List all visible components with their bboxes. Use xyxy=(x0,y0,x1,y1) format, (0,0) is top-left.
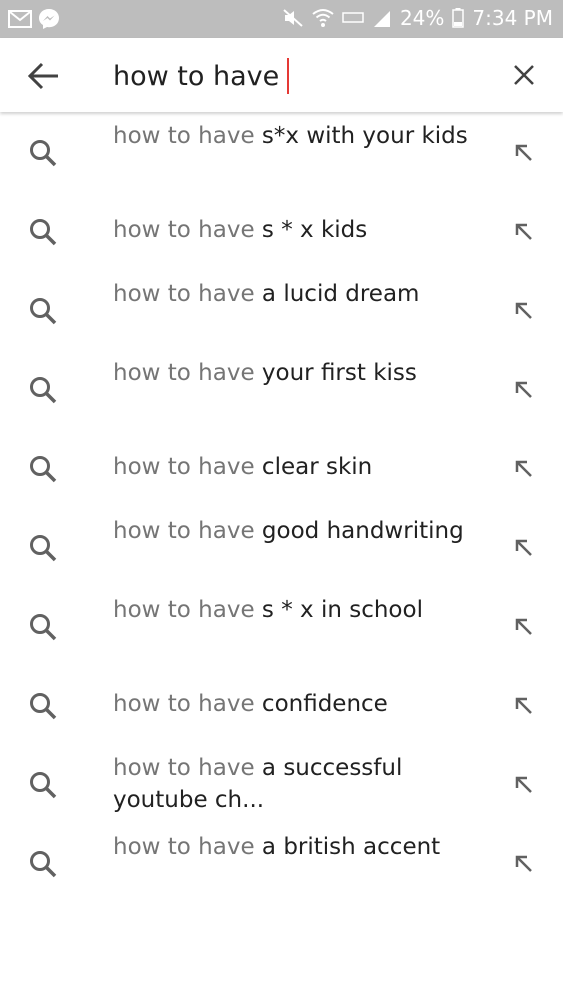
system-icons: 24% 7:34 PM xyxy=(282,6,553,30)
suggestion-prefix: how to have xyxy=(113,454,262,480)
suggestion-text: how to have s * x kids xyxy=(113,214,483,246)
suggestion-item[interactable]: how to have s * x in school xyxy=(0,586,563,665)
suggestion-prefix: how to have xyxy=(113,834,262,860)
search-bar: how to have xyxy=(0,38,563,112)
mute-icon xyxy=(282,8,304,28)
suggestion-completion: a lucid dream xyxy=(261,281,420,307)
suggestion-item[interactable]: how to have good handwriting xyxy=(0,507,563,586)
suggestion-text: how to have a british accent xyxy=(113,831,483,863)
suggestion-item[interactable]: how to have confidence xyxy=(0,665,563,744)
search-icon xyxy=(28,533,58,563)
suggestion-completion: a british accent xyxy=(261,834,441,860)
suggestion-item[interactable]: how to have s * x kids xyxy=(0,191,563,270)
search-icon xyxy=(28,217,58,247)
lte-icon xyxy=(342,8,364,28)
search-icon xyxy=(28,454,58,484)
suggestion-prefix: how to have xyxy=(113,597,262,623)
suggestion-text: how to have good handwriting xyxy=(113,515,483,547)
suggestion-prefix: how to have xyxy=(113,123,262,149)
suggestion-list: how to have s*x with your kids how to ha… xyxy=(0,112,563,902)
clock: 7:34 PM xyxy=(472,6,553,30)
close-icon xyxy=(514,65,534,85)
suggestion-completion: good handwriting xyxy=(261,518,464,544)
search-icon xyxy=(28,770,58,800)
messenger-icon xyxy=(38,8,60,30)
arrow-back-icon xyxy=(27,62,58,90)
text-cursor xyxy=(287,58,290,94)
suggestion-prefix: how to have xyxy=(113,360,262,386)
search-icon xyxy=(28,612,58,642)
suggestion-item[interactable]: how to have a successful youtube ch... xyxy=(0,744,563,823)
search-icon xyxy=(28,375,58,405)
fill-query-arrow-icon[interactable] xyxy=(513,142,535,164)
back-button[interactable] xyxy=(26,60,62,92)
search-query-text: how to have xyxy=(113,60,280,92)
notification-icons xyxy=(8,8,60,30)
search-icon xyxy=(28,138,58,168)
suggestion-item[interactable]: how to have a british accent xyxy=(0,823,563,902)
suggestion-text: how to have a successful youtube ch... xyxy=(113,752,483,816)
fill-query-arrow-icon[interactable] xyxy=(513,300,535,322)
clear-search-button[interactable] xyxy=(511,62,537,88)
fill-query-arrow-icon[interactable] xyxy=(513,221,535,243)
search-icon xyxy=(28,849,58,879)
suggestion-text: how to have s*x with your kids xyxy=(113,120,483,152)
suggestion-item[interactable]: how to have a lucid dream xyxy=(0,270,563,349)
suggestion-item[interactable]: how to have clear skin xyxy=(0,428,563,507)
suggestion-completion: confidence xyxy=(261,691,388,717)
fill-query-arrow-icon[interactable] xyxy=(513,853,535,875)
suggestion-item[interactable]: how to have your first kiss xyxy=(0,349,563,428)
search-input[interactable]: how to have xyxy=(113,58,290,94)
battery-icon xyxy=(452,8,465,28)
suggestion-prefix: how to have xyxy=(113,755,262,781)
fill-query-arrow-icon[interactable] xyxy=(513,537,535,559)
suggestion-text: how to have a lucid dream xyxy=(113,278,483,310)
search-icon xyxy=(28,691,58,721)
suggestion-text: how to have clear skin xyxy=(113,451,483,483)
suggestion-text: how to have your first kiss xyxy=(113,357,483,389)
fill-query-arrow-icon[interactable] xyxy=(513,616,535,638)
fill-query-arrow-icon[interactable] xyxy=(513,379,535,401)
suggestion-completion: clear skin xyxy=(261,454,373,480)
wifi-icon xyxy=(312,8,334,28)
suggestion-text: how to have confidence xyxy=(113,688,483,720)
battery-percentage: 24% xyxy=(399,6,445,30)
suggestion-prefix: how to have xyxy=(113,217,262,243)
fill-query-arrow-icon[interactable] xyxy=(513,774,535,796)
suggestion-prefix: how to have xyxy=(113,518,262,544)
status-bar: 24% 7:34 PM xyxy=(0,0,563,38)
suggestion-completion: s * x in school xyxy=(261,597,423,623)
suggestion-item[interactable]: how to have s*x with your kids xyxy=(0,112,563,191)
signal-icon xyxy=(372,8,392,28)
suggestion-completion: your first kiss xyxy=(261,360,417,386)
suggestion-prefix: how to have xyxy=(113,691,262,717)
gmail-icon xyxy=(8,9,32,29)
fill-query-arrow-icon[interactable] xyxy=(513,458,535,480)
suggestion-completion: s * x kids xyxy=(261,217,368,243)
suggestion-prefix: how to have xyxy=(113,281,262,307)
suggestion-completion: s*x with your kids xyxy=(261,123,468,149)
search-icon xyxy=(28,296,58,326)
suggestion-text: how to have s * x in school xyxy=(113,594,483,626)
fill-query-arrow-icon[interactable] xyxy=(513,695,535,717)
